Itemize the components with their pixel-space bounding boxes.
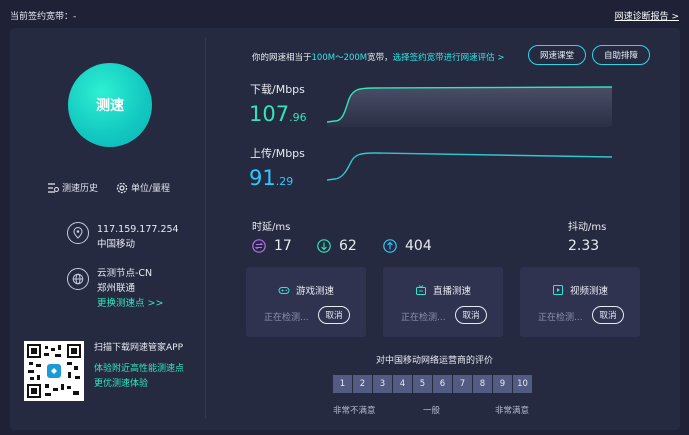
latency-avg: 17 <box>252 238 292 254</box>
tv-icon <box>415 285 426 295</box>
evaluate-link[interactable]: 选择签约宽带进行网速评估 > <box>393 53 505 63</box>
unit-range-button[interactable]: 单位/量程 <box>116 181 170 194</box>
arrow-up-icon <box>383 239 397 253</box>
ip-info: 117.159.177.254 中国移动 <box>67 222 179 252</box>
download-dec: .96 <box>289 111 307 124</box>
node-info: 云测节点-CN 郑州联通 更换测速点 >> <box>67 266 163 311</box>
upload-int: 91 <box>249 166 276 190</box>
upload-value: 91.29 <box>249 166 293 190</box>
ip-address: 117.159.177.254 <box>97 224 179 235</box>
rating-8-button[interactable]: 8 <box>473 375 492 393</box>
divider <box>205 38 206 418</box>
live-test-status: 正在检测... <box>401 313 446 323</box>
rating-mid-label: 一般 <box>423 406 441 416</box>
video-test-card: 视频测速 正在检测... 取消 <box>520 267 640 337</box>
rating-scale: 1 2 3 4 5 6 7 8 9 10 <box>333 375 532 393</box>
live-test-title: 直播测速 <box>432 286 471 297</box>
app-line1: 体验附近高性能测速点 <box>94 364 185 374</box>
arrow-down-icon <box>317 239 331 253</box>
download-chart <box>327 86 612 127</box>
change-node-link[interactable]: 更换测速点 >> <box>97 296 163 311</box>
app-title: 扫描下载网速管家APP <box>94 343 184 353</box>
bandwidth-label: 当前签约宽带：- <box>10 12 77 22</box>
app-promo: 扫描下载网速管家APP 体验附近高性能测速点 更优测速体验 <box>94 341 184 392</box>
latency-avg-value: 17 <box>274 238 292 254</box>
game-test-card: 游戏测速 正在检测... 取消 <box>246 267 366 337</box>
swap-icon <box>252 239 266 253</box>
live-test-card: 直播测速 正在检测... 取消 <box>383 267 503 337</box>
history-button[interactable]: 测速历史 <box>47 181 98 194</box>
latency-max: 404 <box>383 238 432 254</box>
self-troubleshoot-button[interactable]: 自助排障 <box>592 45 650 65</box>
node-name: 云测节点-CN <box>97 268 153 279</box>
rating-10-button[interactable]: 10 <box>513 375 532 393</box>
jitter-label: 抖动/ms <box>568 222 607 233</box>
rating-1-button[interactable]: 1 <box>333 375 352 393</box>
isp-name: 中国移动 <box>97 239 136 250</box>
summary-prefix: 你的网速相当于 <box>252 53 312 63</box>
rating-5-button[interactable]: 5 <box>413 375 432 393</box>
diagnosis-report-link[interactable]: 网速诊断报告 > <box>615 9 679 22</box>
rating-high-label: 非常满意 <box>495 406 530 416</box>
rating-7-button[interactable]: 7 <box>453 375 472 393</box>
summary-range: 100M～200M <box>311 53 368 63</box>
latency-min: 62 <box>317 238 357 254</box>
rating-9-button[interactable]: 9 <box>493 375 512 393</box>
upload-label: 上传/Mbps <box>250 147 305 160</box>
summary-suffix: 宽带， <box>367 53 393 63</box>
upload-chart <box>327 152 612 181</box>
video-icon <box>552 285 563 295</box>
rating-low-label: 非常不满意 <box>333 406 376 416</box>
app-line2: 更优测速体验 <box>94 379 149 389</box>
video-test-status: 正在检测... <box>538 313 583 323</box>
game-test-cancel-button[interactable]: 取消 <box>318 306 350 324</box>
top-bar: 当前签约宽带：- 网速诊断报告 > <box>0 0 689 28</box>
download-value: 107.96 <box>249 102 307 126</box>
rating-title: 对中国移动网络运营商的评价 <box>376 356 494 366</box>
start-speedtest-button[interactable]: 测速 <box>68 63 152 147</box>
latency-min-value: 62 <box>339 238 357 254</box>
video-test-cancel-button[interactable]: 取消 <box>592 306 624 324</box>
live-test-cancel-button[interactable]: 取消 <box>455 306 487 324</box>
rating-6-button[interactable]: 6 <box>433 375 452 393</box>
upload-dec: .29 <box>275 175 294 188</box>
game-test-title: 游戏测速 <box>295 286 334 297</box>
bandwidth-summary: 你的网速相当于100M～200M宽带，选择签约宽带进行网速评估 > <box>252 51 504 63</box>
gear-icon <box>116 182 128 193</box>
download-label: 下载/Mbps <box>250 83 305 96</box>
qr-code <box>24 341 84 401</box>
classroom-button[interactable]: 网速课堂 <box>528 45 586 65</box>
latency-label: 时延/ms <box>252 222 291 233</box>
location-icon <box>67 222 89 244</box>
jitter-value-text: 2.33 <box>568 238 600 254</box>
gamepad-icon <box>278 287 290 294</box>
rating-4-button[interactable]: 4 <box>393 375 412 393</box>
game-test-status: 正在检测... <box>264 313 309 323</box>
download-int: 107 <box>249 102 290 126</box>
history-icon <box>48 182 59 193</box>
unit-range-label: 单位/量程 <box>131 184 171 194</box>
history-label: 测速历史 <box>62 184 99 194</box>
globe-icon <box>67 268 89 290</box>
video-test-title: 视频测速 <box>569 286 608 297</box>
rating-2-button[interactable]: 2 <box>353 375 372 393</box>
latency-max-value: 404 <box>405 238 432 254</box>
jitter-value: 2.33 <box>568 238 599 254</box>
node-city: 郑州联通 <box>97 283 136 294</box>
rating-3-button[interactable]: 3 <box>373 375 392 393</box>
